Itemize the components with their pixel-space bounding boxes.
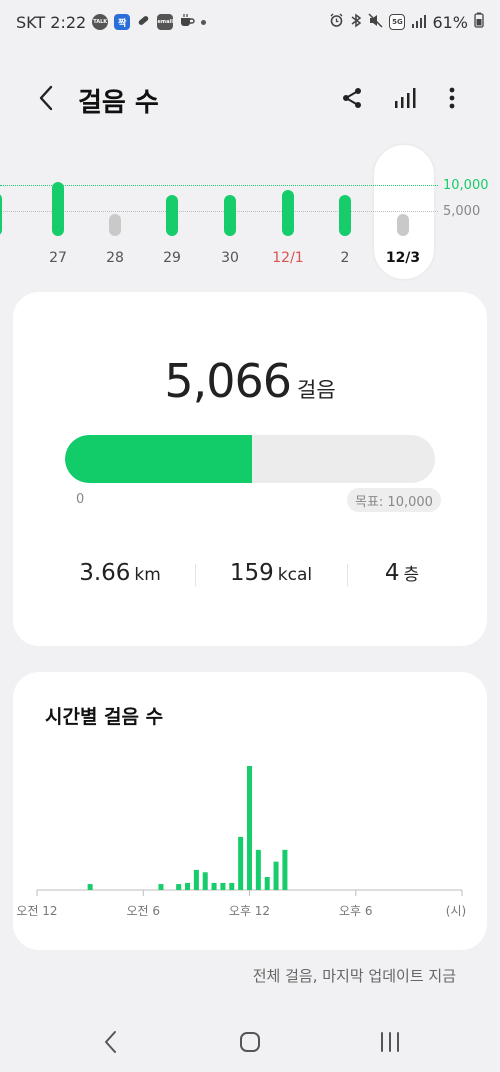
battery-icon bbox=[474, 12, 484, 32]
email-icon: email bbox=[157, 14, 174, 30]
progress-min-label: 0 bbox=[76, 492, 85, 507]
more-vertical-icon bbox=[449, 87, 455, 109]
steps-progress-bar bbox=[65, 435, 435, 483]
hour-bar[interactable] bbox=[158, 884, 164, 890]
hourly-steps-chart: 오전 12 오전 6 오후 12 오후 6 (시) bbox=[16, 766, 466, 918]
page-title: 걸음 수 bbox=[78, 88, 159, 118]
day-bar[interactable] bbox=[224, 194, 236, 236]
hourly-steps-card: 시간별 걸음 수 오전 12 오전 6 오후 12 오후 6 (시) bbox=[13, 672, 487, 950]
hour-bar[interactable] bbox=[87, 884, 93, 890]
nav-back-icon bbox=[105, 1031, 116, 1053]
hour-bar[interactable] bbox=[238, 836, 244, 890]
hour-bar[interactable] bbox=[273, 861, 279, 890]
day-bar[interactable] bbox=[282, 190, 294, 236]
bar-chart-icon bbox=[395, 88, 416, 108]
5g-badge: 5G bbox=[389, 14, 406, 30]
goal-line bbox=[0, 185, 438, 186]
battery-percent: 61% bbox=[432, 12, 468, 32]
floors-value: 4 bbox=[384, 560, 400, 586]
day-label[interactable]: 30 bbox=[210, 250, 250, 266]
day-label[interactable]: 28 bbox=[95, 250, 135, 266]
day-label[interactable]: 29 bbox=[152, 250, 192, 266]
nav-back-button[interactable] bbox=[90, 1026, 130, 1058]
hour-bar[interactable] bbox=[220, 882, 226, 890]
half-goal-line bbox=[0, 211, 438, 212]
floors-stat: 4층 bbox=[327, 560, 477, 586]
daily-steps-chart: 10,000 5,000 6 27 28 29 30 12/1 2 12/3 bbox=[0, 145, 500, 280]
distance-value: 3.66 bbox=[79, 560, 131, 586]
signal-icon bbox=[411, 13, 427, 32]
day-bar[interactable] bbox=[166, 194, 178, 236]
app-header: 걸음 수 bbox=[0, 70, 500, 126]
hour-bar[interactable] bbox=[229, 882, 235, 890]
day-label[interactable]: 2 bbox=[325, 250, 365, 266]
day-label[interactable]: 6 bbox=[0, 250, 16, 266]
day-label[interactable]: 27 bbox=[38, 250, 78, 266]
day-label[interactable]: 12/1 bbox=[268, 250, 308, 266]
nav-home-button[interactable] bbox=[230, 1026, 270, 1058]
calories-value: 159 bbox=[229, 560, 274, 586]
status-right: 5G 61% bbox=[329, 12, 484, 32]
more-options-button[interactable] bbox=[434, 80, 470, 116]
pill-icon bbox=[136, 13, 151, 32]
steps-total: 5,066 걸음 bbox=[13, 354, 487, 408]
distance-stat: 3.66 km bbox=[45, 560, 195, 586]
nav-recents-icon bbox=[381, 1032, 399, 1052]
steps-unit: 걸음 bbox=[297, 378, 336, 402]
floors-unit: 층 bbox=[403, 565, 420, 585]
x-tick-label: 오후 6 bbox=[339, 904, 373, 918]
alarm-icon bbox=[329, 13, 344, 32]
day-bar[interactable] bbox=[339, 195, 351, 236]
chevron-left-icon bbox=[39, 85, 53, 111]
update-note: 전체 걸음, 마지막 업데이트 지금 bbox=[252, 967, 456, 985]
steps-summary-card: 5,066 걸음 0 목표: 10,000 3.66 km 159 kcal 4층 bbox=[13, 292, 487, 646]
back-button[interactable] bbox=[30, 80, 62, 116]
status-bar: SKT 2:22 TALK 짝 email 5G 61% bbox=[0, 0, 500, 44]
status-left: SKT 2:22 TALK 짝 email bbox=[16, 12, 207, 32]
hour-bar[interactable] bbox=[264, 877, 270, 890]
distance-unit: km bbox=[134, 565, 161, 585]
calories-unit: kcal bbox=[277, 565, 313, 585]
more-notifications-dot bbox=[201, 19, 207, 25]
x-tick-label: 오후 12 bbox=[229, 904, 270, 918]
hour-bar[interactable] bbox=[202, 872, 208, 890]
hour-bar[interactable] bbox=[282, 849, 288, 890]
hour-bar[interactable] bbox=[255, 849, 261, 890]
share-button[interactable] bbox=[334, 80, 370, 116]
x-tick-label: 오전 6 bbox=[126, 904, 160, 918]
steps-count: 5,066 bbox=[164, 354, 292, 408]
day-bar[interactable] bbox=[52, 182, 64, 236]
day-bar[interactable] bbox=[0, 192, 2, 236]
nav-recents-button[interactable] bbox=[370, 1026, 410, 1058]
hour-bar[interactable] bbox=[211, 882, 217, 890]
day-label[interactable]: 12/3 bbox=[383, 250, 423, 266]
goal-line-label: 10,000 bbox=[443, 178, 489, 193]
nav-home-icon bbox=[240, 1032, 260, 1052]
goal-chip[interactable]: 목표: 10,000 bbox=[347, 488, 441, 512]
talk-icon: TALK bbox=[92, 14, 109, 30]
hour-bar[interactable] bbox=[247, 766, 252, 890]
jjak-icon: 짝 bbox=[114, 14, 131, 30]
hour-bar[interactable] bbox=[185, 882, 191, 890]
stats-button[interactable] bbox=[387, 80, 423, 116]
system-nav-bar bbox=[0, 1012, 500, 1072]
day-bar[interactable] bbox=[397, 214, 409, 236]
share-icon bbox=[343, 88, 361, 108]
half-goal-line-label: 5,000 bbox=[443, 204, 481, 219]
hour-bar[interactable] bbox=[193, 869, 199, 890]
carrier-time: SKT 2:22 bbox=[16, 12, 87, 32]
x-tick-label: 오전 12 bbox=[16, 904, 57, 918]
x-tick-label: (시) bbox=[446, 904, 466, 918]
calories-stat: 159 kcal bbox=[196, 560, 346, 586]
hour-bar[interactable] bbox=[176, 884, 182, 890]
mute-icon bbox=[368, 12, 383, 32]
coffee-icon bbox=[179, 13, 195, 32]
steps-progress-fill bbox=[65, 435, 253, 483]
bluetooth-icon bbox=[350, 13, 362, 32]
day-bar[interactable] bbox=[109, 214, 121, 236]
